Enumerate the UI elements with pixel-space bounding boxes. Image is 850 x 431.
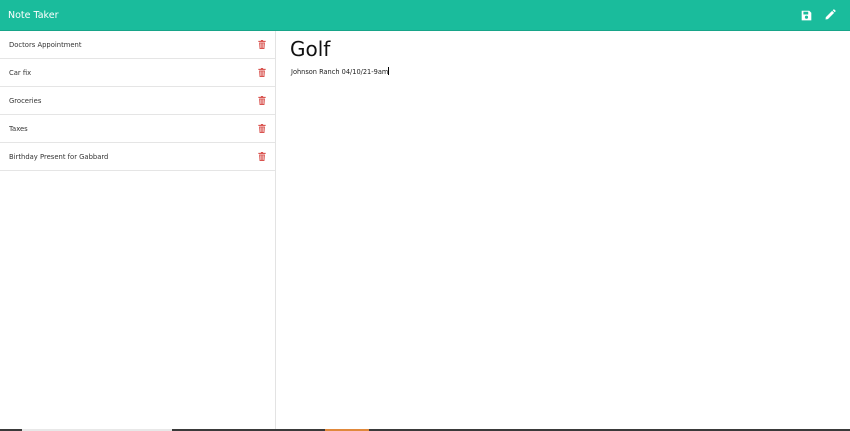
trash-icon[interactable] bbox=[257, 124, 266, 133]
note-title[interactable]: Taxes bbox=[9, 125, 257, 133]
note-title[interactable]: Groceries bbox=[9, 97, 257, 105]
note-title[interactable]: Birthday Present for Gabbard bbox=[9, 153, 257, 161]
pencil-icon[interactable] bbox=[823, 9, 836, 22]
list-item[interactable]: Groceries bbox=[0, 87, 275, 115]
text-cursor bbox=[388, 67, 390, 75]
note-title[interactable]: Car fix bbox=[9, 69, 257, 77]
note-editor: Golf Johnson Ranch 04/10/21-9am bbox=[277, 31, 850, 429]
list-item[interactable]: Taxes bbox=[0, 115, 275, 143]
app-title[interactable]: Note Taker bbox=[8, 10, 58, 21]
note-title[interactable]: Doctors Appointment bbox=[9, 41, 257, 49]
navbar-actions bbox=[800, 9, 842, 22]
list-item[interactable]: Car fix bbox=[0, 59, 275, 87]
list-item[interactable]: Birthday Present for Gabbard bbox=[0, 143, 275, 171]
note-body-textarea[interactable]: Johnson Ranch 04/10/21-9am bbox=[291, 67, 390, 76]
save-icon[interactable] bbox=[800, 9, 813, 22]
navbar: Note Taker bbox=[0, 0, 850, 31]
trash-icon[interactable] bbox=[257, 40, 266, 49]
list-item[interactable]: Doctors Appointment bbox=[0, 31, 275, 59]
note-body-text: Johnson Ranch 04/10/21-9am bbox=[291, 68, 389, 76]
trash-icon[interactable] bbox=[257, 152, 266, 161]
trash-icon[interactable] bbox=[257, 68, 266, 77]
note-title-input[interactable]: Golf bbox=[290, 37, 330, 61]
notes-sidebar: Doctors Appointment Car fix Groceries Ta… bbox=[0, 31, 276, 429]
trash-icon[interactable] bbox=[257, 96, 266, 105]
